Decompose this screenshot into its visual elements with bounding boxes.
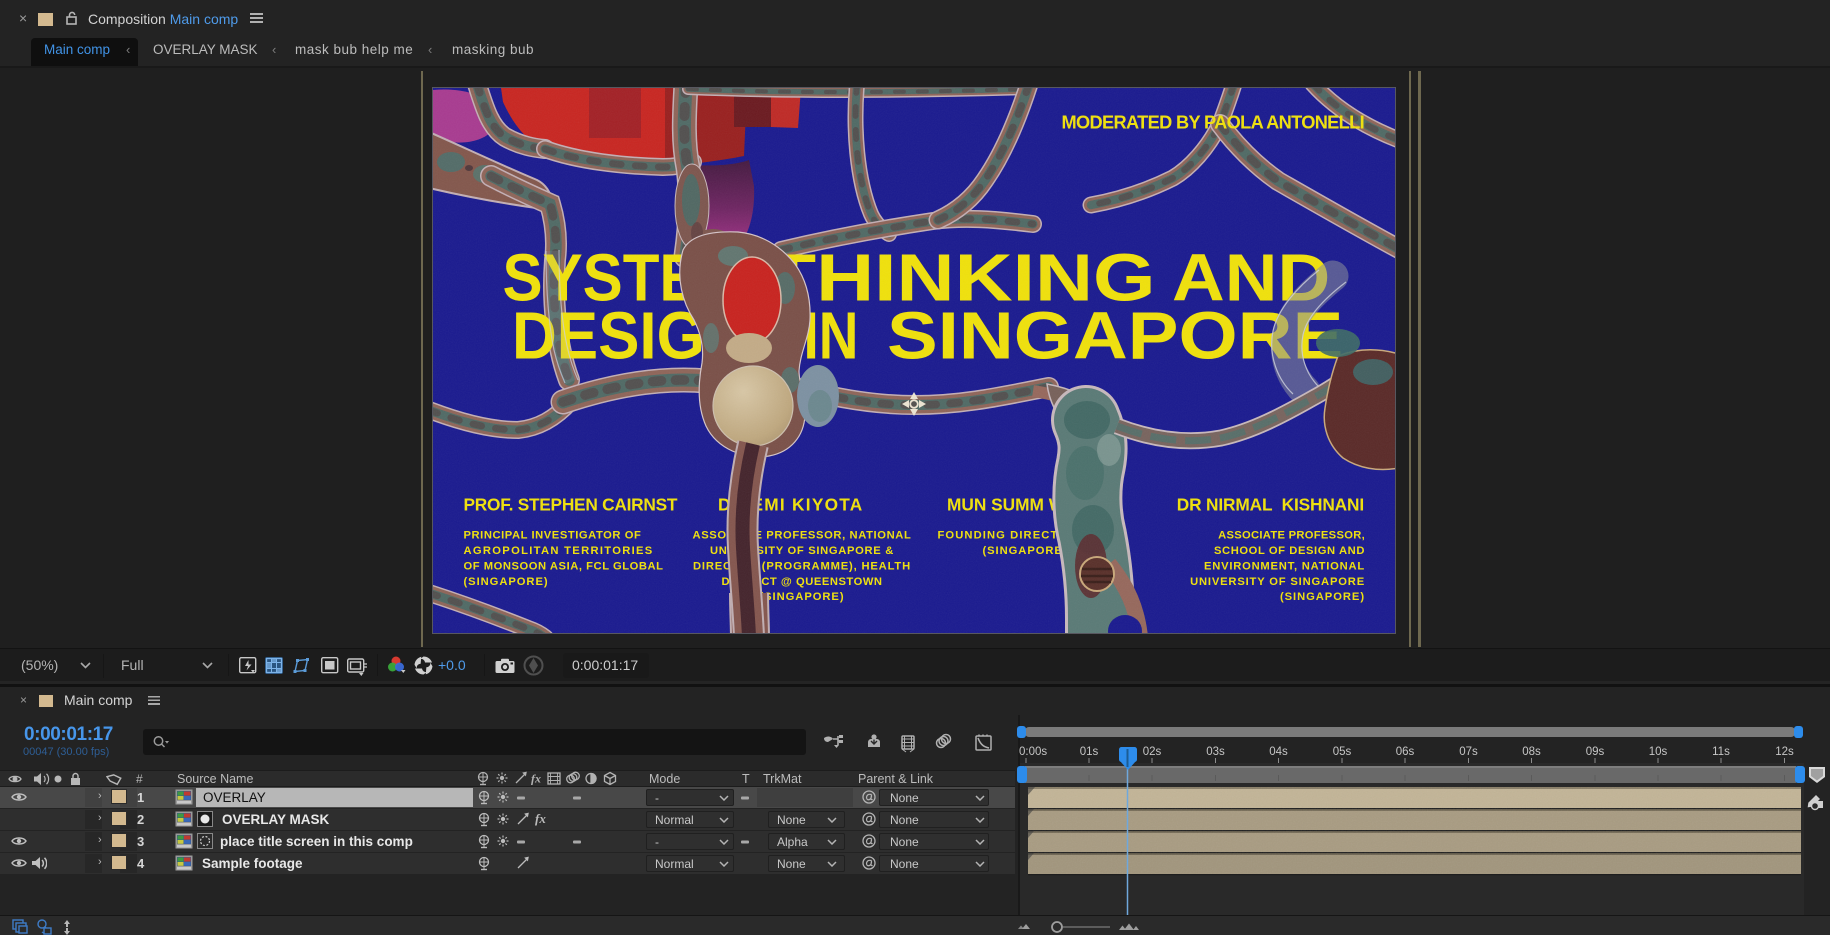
svg-text:10s: 10s <box>1649 746 1668 758</box>
svg-text:07s: 07s <box>1459 746 1478 758</box>
svg-text:04s: 04s <box>1269 746 1288 758</box>
svg-text:02s: 02s <box>1143 746 1162 758</box>
svg-text:03s: 03s <box>1206 746 1225 758</box>
svg-text:12s: 12s <box>1775 746 1794 758</box>
svg-text:06s: 06s <box>1396 746 1415 758</box>
svg-text:05s: 05s <box>1333 746 1352 758</box>
svg-text:08s: 08s <box>1522 746 1541 758</box>
svg-text:11s: 11s <box>1712 746 1730 758</box>
svg-text:fx: fx <box>531 772 541 786</box>
svg-text:09s: 09s <box>1586 746 1605 758</box>
svg-text:0:00s: 0:00s <box>1019 746 1047 758</box>
svg-text:01s: 01s <box>1080 746 1099 758</box>
